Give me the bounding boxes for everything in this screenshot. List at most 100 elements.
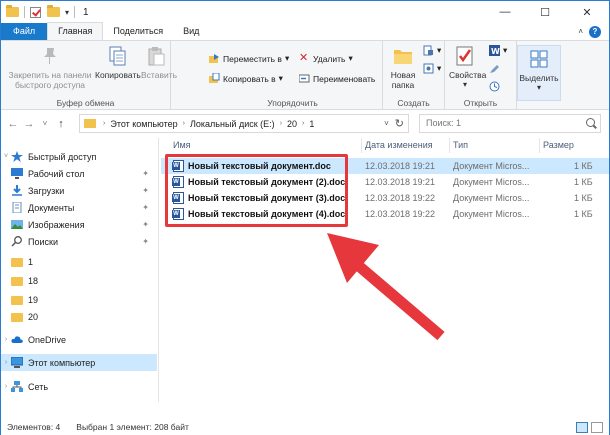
pin-icon[interactable]: ✦: [142, 237, 149, 246]
crumb-this-pc[interactable]: Этот компьютер: [110, 119, 177, 129]
chevron-up-icon[interactable]: ˄: [578, 27, 583, 36]
status-bar: Элементов: 4 Выбран 1 элемент: 208 байт: [1, 419, 609, 435]
tab-home[interactable]: Главная: [47, 22, 104, 40]
nav-item-folder-19[interactable]: 19: [1, 291, 157, 308]
clipboard-group: Закрепить на панели быстрого доступа Коп…: [1, 41, 177, 110]
pin-to-quick-access-button[interactable]: Закрепить на панели быстрого доступа: [5, 45, 95, 90]
delete-button[interactable]: ✕ Удалить ▾: [299, 53, 353, 64]
file-date: 12.03.2018 19:21: [365, 161, 436, 171]
properties-button[interactable]: Свойства ▾: [449, 45, 486, 90]
tab-view[interactable]: Вид: [173, 23, 209, 40]
minimize-button[interactable]: —: [485, 1, 525, 23]
chevron-right-icon: ›: [4, 359, 8, 366]
tab-file[interactable]: Файл: [1, 23, 48, 40]
forward-arrow-icon[interactable]: →: [21, 118, 37, 130]
column-divider[interactable]: [539, 138, 540, 153]
breadcrumb[interactable]: › Этот компьютер › Локальный диск (E:) ›…: [79, 114, 409, 133]
open-with-button[interactable]: W ▾: [489, 45, 507, 56]
column-type[interactable]: Тип: [453, 140, 468, 150]
chevron-down-icon[interactable]: ˅: [384, 119, 389, 128]
window-title: 1: [83, 6, 89, 18]
nav-item-folder-20[interactable]: 20: [1, 308, 157, 325]
computer-icon: [10, 356, 24, 368]
nav-item-documents[interactable]: Документы ✦: [1, 199, 157, 216]
nav-item-searches[interactable]: Поиски ✦: [1, 233, 157, 250]
crumb-drive[interactable]: Локальный диск (E:): [190, 119, 275, 129]
organize-group-label: Упорядочить: [267, 98, 318, 108]
crumb-folder-1[interactable]: 1: [309, 119, 314, 129]
copy-button[interactable]: Копировать: [95, 45, 141, 80]
tab-share[interactable]: Поделиться: [103, 23, 173, 40]
pin-icon[interactable]: ✦: [142, 220, 149, 229]
history-icon: [489, 81, 500, 92]
status-selection: Выбран 1 элемент: 208 байт: [76, 422, 189, 432]
explorer-window: ▾ 1 — ☐ ✕ Файл Главная Поделиться Вид ˄ …: [0, 0, 610, 435]
column-name[interactable]: Имя: [173, 140, 191, 150]
nav-item-desktop[interactable]: Рабочий стол ✦: [1, 165, 157, 182]
search-icon: [11, 236, 23, 247]
rename-button[interactable]: Переименовать: [298, 73, 375, 84]
paste-button[interactable]: Вставить: [141, 45, 177, 80]
open-group: Свойства ▾ W ▾ Открыть: [445, 41, 517, 110]
new-folder-label: Новая папка: [390, 70, 416, 90]
nav-item-downloads[interactable]: Загрузки ✦: [1, 182, 157, 199]
search-icon: [586, 118, 595, 127]
pin-icon[interactable]: ✦: [142, 203, 149, 212]
copy-to-button[interactable]: Копировать в ▾: [209, 72, 283, 84]
new-folder-button[interactable]: Новая папка: [387, 45, 419, 90]
column-size[interactable]: Размер: [543, 140, 574, 150]
nav-item-onedrive[interactable]: › OneDrive: [1, 331, 157, 348]
easy-access-icon: [423, 63, 434, 74]
pin-icon[interactable]: ✦: [142, 186, 149, 195]
folder-icon: [11, 275, 23, 286]
new-folder-icon[interactable]: [47, 5, 60, 17]
chevron-right-icon: ›: [4, 383, 8, 390]
pin-icon: [39, 45, 61, 67]
nav-label: 19: [28, 294, 39, 305]
help-icon[interactable]: ?: [589, 25, 601, 38]
nav-item-this-pc[interactable]: › Этот компьютер: [1, 354, 157, 371]
details-view-icon[interactable]: [576, 421, 588, 433]
quick-access-toolbar: ▾: [1, 5, 77, 18]
chevron-down-icon[interactable]: ▾: [65, 8, 69, 17]
refresh-icon[interactable]: ↻: [395, 117, 404, 130]
nav-label: 20: [28, 311, 39, 322]
move-to-button[interactable]: Переместить в ▾: [209, 53, 289, 64]
nav-label: Сеть: [28, 381, 49, 392]
nav-item-folder-1[interactable]: 1: [1, 253, 157, 270]
easy-access-button[interactable]: ▾: [423, 63, 441, 74]
recent-chevron-icon[interactable]: ˅: [37, 119, 53, 128]
nav-item-folder-18[interactable]: 18: [1, 272, 157, 289]
up-arrow-icon[interactable]: ↑: [53, 118, 69, 130]
history-button[interactable]: [489, 81, 500, 92]
copy-to-icon: [209, 72, 220, 84]
nav-item-quick-access[interactable]: ˅ Быстрый доступ: [1, 148, 157, 165]
chevron-down-icon: ▾: [348, 53, 353, 63]
maximize-button[interactable]: ☐: [525, 1, 565, 23]
close-button[interactable]: ✕: [565, 1, 609, 23]
pin-icon[interactable]: ✦: [142, 169, 149, 178]
nav-item-pictures[interactable]: Изображения ✦: [1, 216, 157, 233]
folder-icon: [11, 256, 23, 267]
column-divider[interactable]: [449, 138, 450, 153]
download-icon: [11, 185, 23, 196]
cloud-icon: [11, 334, 23, 345]
search-input[interactable]: Поиск: 1: [419, 114, 601, 133]
properties-check-icon[interactable]: [30, 6, 41, 18]
back-arrow-icon[interactable]: ←: [5, 118, 21, 130]
edit-button[interactable]: [489, 63, 500, 74]
pin-label: Закрепить на панели быстрого доступа: [8, 70, 92, 90]
paste-icon: [145, 45, 167, 67]
large-icons-view-icon[interactable]: [591, 421, 603, 433]
chevron-right-icon: ›: [103, 120, 106, 127]
crumb-folder-20[interactable]: 20: [287, 119, 297, 129]
chevron-down-icon: ▾: [284, 53, 290, 63]
search-placeholder: Поиск: 1: [426, 118, 461, 128]
column-divider[interactable]: [361, 138, 362, 153]
nav-item-network[interactable]: › Сеть: [1, 378, 157, 395]
delete-icon: ✕: [299, 52, 309, 64]
select-button[interactable]: Выделить ▾: [517, 45, 561, 101]
new-item-button[interactable]: ▾: [423, 45, 441, 56]
column-date[interactable]: Дата изменения: [365, 140, 433, 150]
star-icon: [11, 151, 23, 162]
